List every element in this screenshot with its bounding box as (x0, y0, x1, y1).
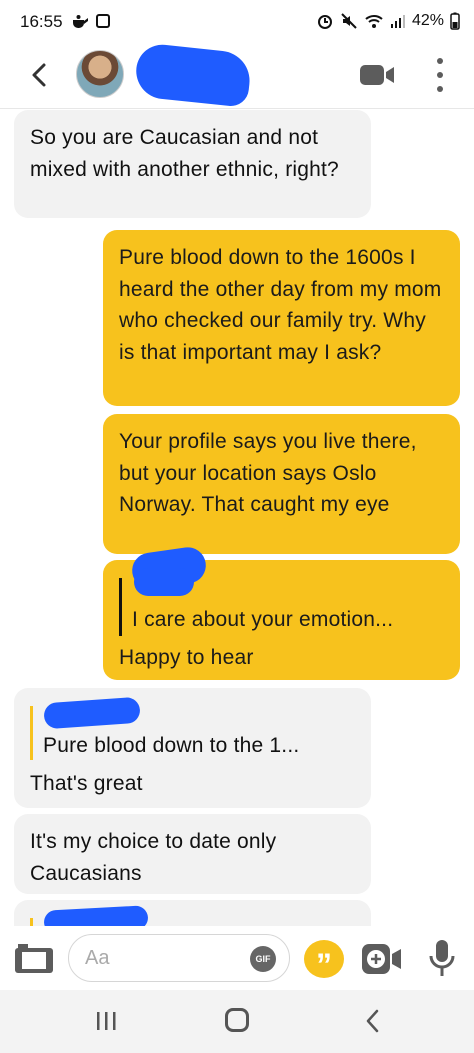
alarm-icon (317, 15, 332, 29)
home-button[interactable] (225, 1008, 249, 1032)
incoming-message[interactable]: So you are Caucasian and not mixed with … (14, 110, 371, 218)
camera-icon (15, 944, 53, 973)
battery-icon (450, 12, 460, 30)
outgoing-message[interactable]: Pure blood down to the 1600s I heard the… (103, 230, 460, 406)
redacted-quote-author (134, 568, 194, 596)
message-text: That's great (30, 771, 143, 795)
recents-button[interactable] (94, 1010, 118, 1032)
status-right: 42% (316, 12, 460, 30)
message-text: Your profile says you live there, but yo… (119, 430, 417, 516)
quote-icon: ” (316, 947, 332, 983)
quote-bar (30, 918, 33, 926)
battery-percent: 42% (411, 12, 444, 29)
teapot-notification-icon (73, 15, 88, 28)
incoming-message[interactable]: It's my choice to date only Caucasians (14, 814, 371, 894)
system-back-icon (366, 1009, 379, 1033)
voice-message-button[interactable] (428, 938, 456, 978)
gif-label: GIF (255, 954, 271, 964)
status-notification-icons (70, 13, 110, 29)
wifi-icon (365, 15, 383, 28)
video-note-button[interactable] (360, 942, 404, 976)
message-text: Happy to hear (119, 646, 254, 669)
quote-bar (30, 706, 33, 760)
status-bar: 16:55 42% (0, 0, 474, 44)
video-note-icon (362, 944, 401, 974)
recents-icon (97, 1012, 116, 1030)
camera-button[interactable] (14, 942, 54, 974)
quote-button[interactable]: ” (304, 940, 344, 983)
back-arrow-icon (32, 63, 46, 87)
more-options-button[interactable] (428, 58, 452, 92)
system-back-button[interactable] (360, 1008, 386, 1034)
back-button[interactable] (22, 58, 56, 92)
video-call-button[interactable] (358, 62, 398, 88)
message-text: So you are Caucasian and not mixed with … (30, 126, 339, 181)
quoted-text: I care about your emotion... (132, 608, 394, 631)
quoted-text: Pure blood down to the 1... (43, 734, 300, 757)
message-composer: GIF ” (0, 926, 474, 990)
message-text: Pure blood down to the 1600s I heard the… (119, 246, 442, 364)
quote-bar (119, 578, 122, 636)
video-call-icon (360, 65, 394, 85)
contact-avatar[interactable] (76, 50, 124, 98)
gif-button[interactable]: GIF (250, 946, 276, 972)
outgoing-message[interactable]: Your profile says you live there, but yo… (103, 414, 460, 554)
message-text: It's my choice to date only Caucasians (30, 830, 277, 885)
system-navigation-bar (0, 990, 474, 1053)
status-time: 16:55 (20, 12, 63, 31)
redacted-contact-name[interactable] (133, 42, 253, 108)
signal-icon (390, 15, 405, 28)
mute-icon (341, 13, 357, 29)
more-options-icon (437, 58, 443, 64)
chat-header (0, 42, 474, 109)
chat-messages[interactable]: So you are Caucasian and not mixed with … (0, 108, 474, 926)
checkbox-notification-icon (96, 14, 110, 28)
microphone-icon (429, 940, 455, 976)
